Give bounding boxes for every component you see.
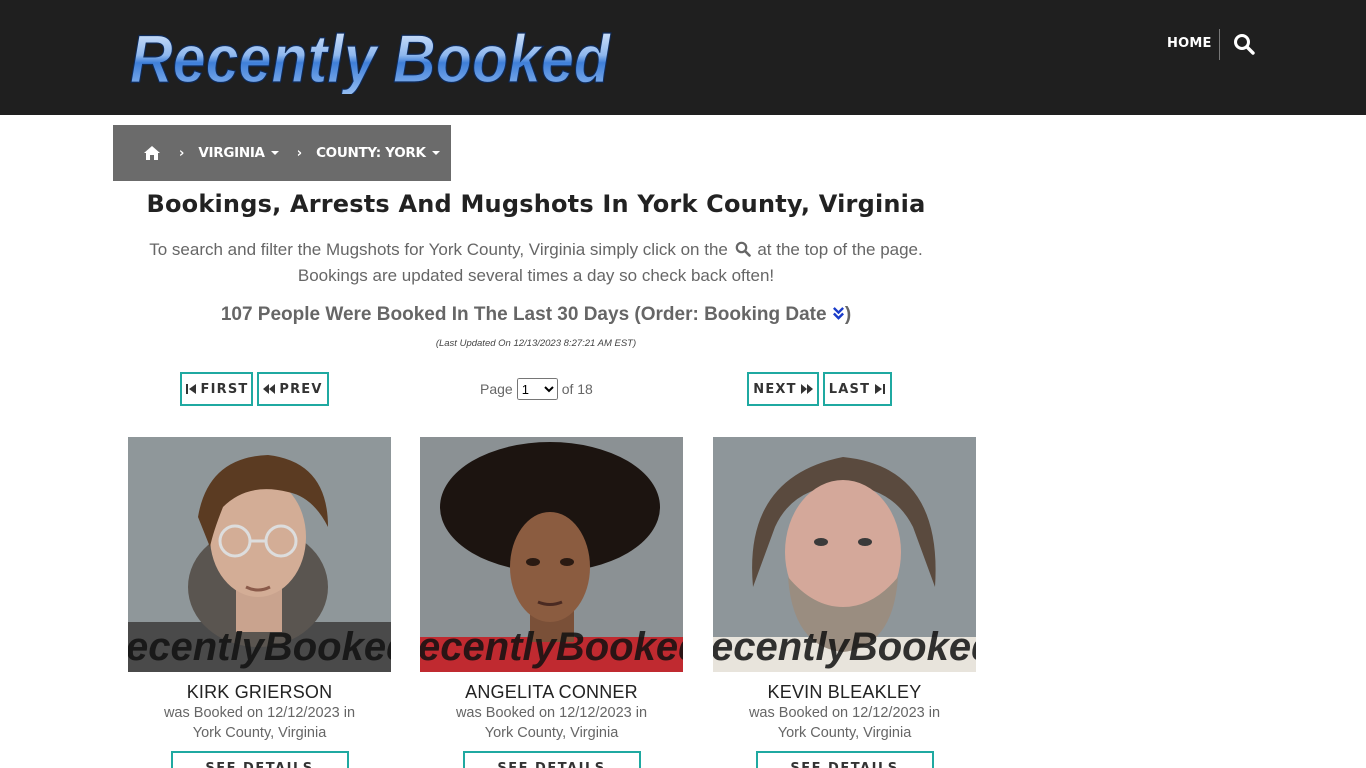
booking-count: 107 People Were Booked In The Last 30 Da… (113, 304, 959, 326)
forward-icon (800, 384, 813, 394)
booking-card: ecentlyBooked.co KEVIN BLEAKLEY was Book… (713, 437, 976, 768)
person-name[interactable]: KEVIN BLEAKLEY (713, 682, 976, 703)
intro-text-before: To search and filter the Mugshots for Yo… (149, 240, 728, 259)
breadcrumb-state-label: VIRGINIA (198, 145, 265, 161)
home-icon[interactable] (143, 145, 161, 161)
last-page-button[interactable]: LAST (823, 372, 892, 406)
booking-card: ecentlyBooked.co KIRK GRIERSON was Booke… (128, 437, 391, 768)
prev-page-label: PREV (279, 381, 323, 397)
first-page-button[interactable]: FIRST (180, 372, 253, 406)
page-selector: Page 1 of 18 (480, 377, 593, 401)
page-label: Page (480, 381, 513, 397)
mugshot-image[interactable]: ecentlyBooked.co (128, 437, 391, 672)
first-page-label: FIRST (200, 381, 249, 397)
breadcrumb: › VIRGINIA › COUNTY: YORK (113, 125, 451, 181)
site-logo[interactable]: Recently Booked (126, 18, 616, 97)
caret-down-icon (270, 151, 279, 155)
logo-text: Recently Booked (130, 21, 611, 94)
prev-page-button[interactable]: PREV (257, 372, 329, 406)
booking-date: was Booked on 12/12/2023 in (748, 705, 941, 721)
last-page-icon (875, 384, 886, 394)
see-details-button[interactable]: SEE DETAILS (462, 751, 641, 768)
first-page-icon (185, 384, 196, 394)
booking-location: York County, Virginia (192, 725, 327, 741)
nav-home-link[interactable]: HOME (1167, 36, 1212, 51)
page-select[interactable]: 1 (516, 378, 558, 400)
page-total: of 18 (561, 381, 593, 397)
watermark-text: ecentlyBooked.co (128, 625, 391, 669)
double-chevron-down-icon (832, 307, 844, 320)
breadcrumb-county-label: COUNTY: YORK (316, 145, 426, 161)
booking-location: York County, Virginia (484, 725, 619, 741)
person-name[interactable]: ANGELITA CONNER (420, 682, 683, 703)
logo-image: Recently Booked (129, 20, 611, 97)
site-header: Recently Booked HOME (0, 0, 1366, 115)
intro-text: To search and filter the Mugshots for Yo… (113, 237, 959, 289)
search-icon (735, 239, 751, 257)
search-icon[interactable] (1233, 33, 1255, 55)
order-toggle[interactable] (832, 304, 845, 325)
chevron-right-icon: › (179, 145, 185, 161)
caret-down-icon (431, 151, 440, 155)
next-page-button[interactable]: NEXT (747, 372, 819, 406)
person-name[interactable]: KIRK GRIERSON (128, 682, 391, 703)
breadcrumb-county[interactable]: COUNTY: YORK (316, 145, 440, 161)
last-updated: (Last Updated On 12/13/2023 8:27:21 AM E… (435, 338, 637, 349)
watermark-text: ecentlyBooked.co (713, 625, 976, 669)
chevron-right-icon: › (296, 145, 303, 161)
mugshot-image[interactable]: ecentlyBooked.co (420, 437, 683, 672)
next-page-label: NEXT (753, 381, 797, 397)
breadcrumb-state[interactable]: VIRGINIA (198, 145, 279, 161)
see-details-button[interactable]: SEE DETAILS (755, 751, 934, 768)
booking-count-close: ) (844, 304, 852, 325)
booking-count-text: 107 People Were Booked In The Last 30 Da… (220, 304, 827, 325)
watermark-text: ecentlyBooked.co (420, 625, 683, 669)
booking-card: ecentlyBooked.co ANGELITA CONNER was Boo… (420, 437, 683, 768)
mugshot-image[interactable]: ecentlyBooked.co (713, 437, 976, 672)
page-title: Bookings, Arrests And Mugshots In York C… (146, 190, 926, 218)
booking-date: was Booked on 12/12/2023 in (163, 705, 356, 721)
backward-icon (263, 384, 276, 394)
see-details-button[interactable]: SEE DETAILS (170, 751, 349, 768)
booking-date: was Booked on 12/12/2023 in (455, 705, 648, 721)
nav-divider (1219, 29, 1220, 60)
last-page-label: LAST (828, 381, 871, 397)
booking-location: York County, Virginia (777, 725, 912, 741)
